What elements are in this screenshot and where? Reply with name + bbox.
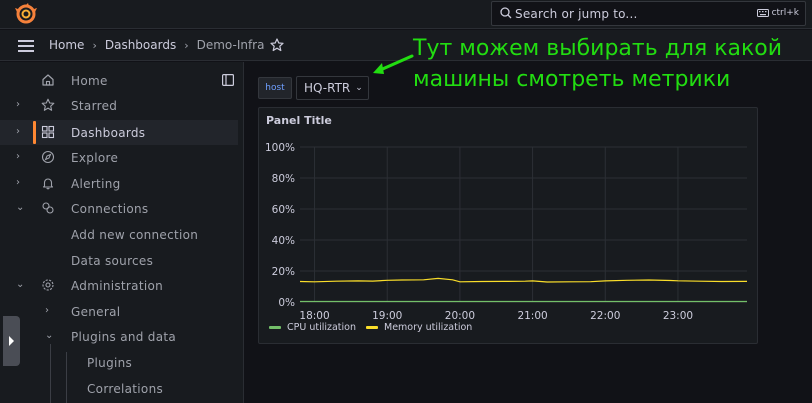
star-icon[interactable] xyxy=(270,38,284,52)
x-tick-label: 21:00 xyxy=(517,310,547,322)
y-tick-label: 20% xyxy=(272,266,295,278)
expand-handle[interactable] xyxy=(3,316,20,366)
sidebar-item-add-new-connection[interactable]: Add new connection xyxy=(0,222,238,247)
x-tick-label: 22:00 xyxy=(590,310,620,322)
sidebar-item-label: Home xyxy=(71,73,108,88)
grafana-logo-icon[interactable] xyxy=(15,3,37,25)
sidebar-item-home[interactable]: Home xyxy=(0,68,238,93)
sidebar-item-label: General xyxy=(71,304,121,319)
sidebar-item-plugins-and-data[interactable]: ⌄ Plugins and data xyxy=(0,324,238,349)
breadcrumb-dashboards[interactable]: Dashboards xyxy=(105,38,176,52)
chevron-down-icon[interactable]: ⌄ xyxy=(16,279,26,291)
bell-icon xyxy=(42,178,54,190)
sidebar-item-label: Alerting xyxy=(71,176,121,191)
connections-icon xyxy=(42,202,54,214)
active-indicator xyxy=(33,121,36,144)
top-bar: Search or jump to... ctrl+k xyxy=(0,0,812,29)
host-variable-select[interactable]: HQ-RTR ⌄ xyxy=(296,76,369,100)
variable-value: HQ-RTR xyxy=(304,81,351,95)
sidebar-item-data-sources[interactable]: Data sources xyxy=(0,248,238,273)
chevron-right-icon[interactable]: › xyxy=(45,305,55,317)
search-placeholder: Search or jump to... xyxy=(515,7,638,21)
chevron-down-icon: ⌄ xyxy=(355,83,363,93)
x-tick-label: 19:00 xyxy=(372,310,402,322)
time-series-chart: 0% 20% 40% 60% 80% 100% 18:00 19:00 20:00 21:00 22… xyxy=(265,142,748,333)
sidebar-item-label: Connections xyxy=(71,201,149,216)
search-icon xyxy=(500,7,512,19)
sidebar-item-label: Data sources xyxy=(71,253,154,268)
sidebar-item-connections[interactable]: ⌄ Connections xyxy=(0,196,238,221)
y-tick-label: 80% xyxy=(272,173,295,185)
series-line-memory xyxy=(299,277,748,283)
chevron-right-icon: › xyxy=(92,38,97,52)
breadcrumb: Home › Dashboards › Demo-Infra xyxy=(49,38,264,52)
sidebar-item-label: Add new connection xyxy=(71,227,199,242)
annotation-arrow-icon xyxy=(373,54,414,74)
time-series-panel[interactable]: Panel Title 0% 20% 40% 60% 80% 100% 18:00 19:00… xyxy=(258,107,758,344)
y-tick-label: 60% xyxy=(272,204,295,216)
chevron-down-icon[interactable]: ⌄ xyxy=(45,330,55,342)
sidebar-item-explore[interactable]: › Explore xyxy=(0,145,238,170)
breadcrumb-home[interactable]: Home xyxy=(49,38,84,52)
sidebar-item-label: Dashboards xyxy=(71,125,146,140)
sidebar-item-starred[interactable]: › Starred xyxy=(0,93,238,118)
dashboards-icon xyxy=(41,125,55,139)
sidebar-item-label: Plugins xyxy=(87,355,133,370)
sidebar-item-label: Explore xyxy=(71,150,119,165)
sidebar: Home › Starred › Dashboards › Explore › xyxy=(0,62,244,403)
chevron-right-icon: › xyxy=(184,38,189,52)
caret-right-icon xyxy=(9,336,14,346)
y-tick-label: 0% xyxy=(278,297,295,309)
legend-label: Memory utilization xyxy=(384,322,472,333)
sidebar-item-general[interactable]: › General xyxy=(0,299,238,324)
sidebar-item-plugins[interactable]: Plugins xyxy=(0,350,238,375)
tree-guide-line xyxy=(66,352,67,403)
keyboard-icon xyxy=(756,9,769,17)
chevron-right-icon[interactable]: › xyxy=(16,151,26,163)
search-bar[interactable]: Search or jump to... ctrl+k xyxy=(491,1,806,26)
gear-icon xyxy=(42,279,54,291)
y-tick-label: 40% xyxy=(272,235,295,247)
sidebar-item-label: Starred xyxy=(71,98,118,113)
menu-icon[interactable] xyxy=(18,40,34,52)
chevron-right-icon[interactable]: › xyxy=(16,99,26,111)
sidebar-item-administration[interactable]: ⌄ Administration xyxy=(0,273,238,298)
chevron-down-icon[interactable]: ⌄ xyxy=(16,202,26,214)
sidebar-item-dashboards[interactable]: › Dashboards xyxy=(0,120,238,145)
x-tick-label: 18:00 xyxy=(299,310,329,322)
sidebar-item-alerting[interactable]: › Alerting xyxy=(0,171,238,196)
star-icon xyxy=(41,98,55,111)
annotation-text: Тут можем выбирать для какой машины смот… xyxy=(413,33,782,95)
compass-icon xyxy=(41,150,55,164)
sidebar-item-label: Administration xyxy=(71,278,164,293)
legend-swatch xyxy=(366,326,378,329)
legend-label: CPU utilization xyxy=(287,322,356,333)
home-icon xyxy=(42,74,54,86)
chevron-right-icon[interactable]: › xyxy=(16,177,26,189)
annotation-line-2: машины смотреть метрики xyxy=(413,67,731,92)
x-tick-label: 23:00 xyxy=(663,310,693,322)
tree-guide-line xyxy=(50,344,51,403)
chevron-right-icon[interactable]: › xyxy=(16,126,26,138)
sidebar-item-correlations[interactable]: Correlations xyxy=(0,376,238,401)
shortcut-text: ctrl+k xyxy=(771,8,799,18)
sidebar-item-label: Correlations xyxy=(87,381,164,396)
legend-swatch xyxy=(269,326,281,329)
x-tick-label: 20:00 xyxy=(445,310,475,322)
variable-label: host xyxy=(258,77,292,99)
sidebar-item-label: Plugins and data xyxy=(71,329,177,344)
breadcrumb-current: Demo-Infra xyxy=(196,38,265,52)
annotation-line-1: Тут можем выбирать для какой xyxy=(413,36,783,61)
y-tick-label: 100% xyxy=(265,142,295,154)
keyboard-shortcut: ctrl+k xyxy=(756,8,799,18)
